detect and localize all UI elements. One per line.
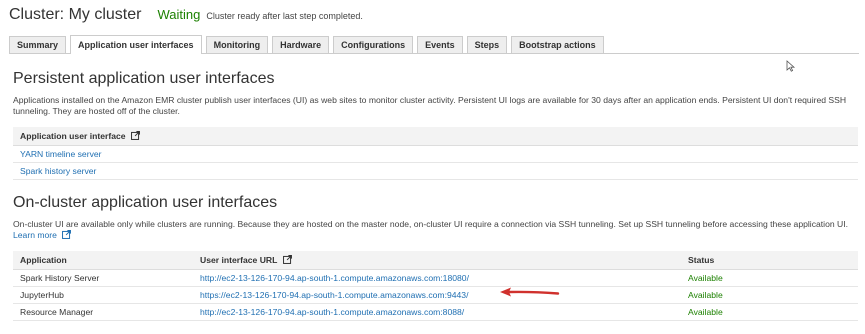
- application-name: Resource Manager: [13, 303, 193, 321]
- persistent-ui-heading: Persistent application user interfaces: [13, 70, 275, 87]
- on-cluster-ui-description: On-cluster UI are available only while c…: [13, 219, 858, 241]
- cluster-status-message: Cluster ready after last step completed.: [206, 11, 363, 21]
- on-cluster-description-text: On-cluster UI are available only while c…: [13, 219, 849, 229]
- table-row: JupyterHub https://ec2-13-126-170-94.ap-…: [13, 286, 858, 304]
- mouse-pointer-icon: [786, 60, 796, 72]
- application-column-header: Application: [13, 251, 193, 270]
- tab-events[interactable]: Events: [417, 36, 463, 53]
- table-header-row: Application user interface: [13, 127, 858, 146]
- tab-bootstrap-actions[interactable]: Bootstrap actions: [511, 36, 604, 53]
- persistent-ui-description: Applications installed on the Amazon EMR…: [13, 95, 847, 116]
- learn-more-link[interactable]: Learn more: [13, 230, 57, 240]
- jupyterhub-url-link[interactable]: https://ec2-13-126-170-94.ap-south-1.com…: [200, 290, 468, 300]
- url-column-header: User interface URL: [193, 251, 681, 270]
- status-column-header: Status: [681, 251, 858, 270]
- cluster-header: Cluster: My cluster Waiting Cluster read…: [9, 6, 363, 26]
- tab-configurations[interactable]: Configurations: [333, 36, 414, 53]
- yarn-timeline-server-link[interactable]: YARN timeline server: [20, 149, 102, 159]
- cluster-status: Waiting: [157, 7, 201, 22]
- on-cluster-ui-table: Application User interface URL Status Sp…: [13, 251, 858, 321]
- page-title: Cluster: My cluster: [9, 6, 142, 23]
- external-link-icon[interactable]: [62, 230, 72, 239]
- spark-history-server-link[interactable]: Spark history server: [20, 166, 96, 176]
- tab-summary[interactable]: Summary: [9, 36, 67, 53]
- tab-monitoring[interactable]: Monitoring: [205, 36, 269, 53]
- external-link-icon: [282, 254, 292, 264]
- tab-application-user-interfaces[interactable]: Application user interfaces: [70, 35, 202, 54]
- application-name: Spark History Server: [13, 269, 193, 287]
- status-badge: Available: [681, 303, 858, 321]
- table-row: Spark history server: [13, 162, 858, 180]
- column-header-label: Application user interface: [20, 130, 126, 141]
- table-row: Spark History Server http://ec2-13-126-1…: [13, 269, 858, 287]
- status-badge: Available: [681, 269, 858, 287]
- status-badge: Available: [681, 286, 858, 304]
- tab-bar: Summary Application user interfaces Moni…: [9, 35, 859, 54]
- tab-hardware[interactable]: Hardware: [272, 36, 330, 53]
- on-cluster-ui-heading: On-cluster application user interfaces: [13, 194, 278, 211]
- persistent-ui-table: Application user interface YARN timeline…: [13, 127, 858, 180]
- tab-steps[interactable]: Steps: [466, 36, 508, 53]
- table-row: YARN timeline server: [13, 145, 858, 163]
- red-arrow-annotation: [500, 287, 560, 297]
- url-column-header-label: User interface URL: [200, 254, 278, 265]
- table-header-row: Application User interface URL Status: [13, 251, 858, 270]
- external-link-icon: [130, 130, 140, 140]
- spark-history-server-url-link[interactable]: http://ec2-13-126-170-94.ap-south-1.comp…: [200, 273, 469, 283]
- application-name: JupyterHub: [13, 286, 193, 304]
- table-row: Resource Manager http://ec2-13-126-170-9…: [13, 303, 858, 321]
- column-header: Application user interface: [13, 127, 858, 146]
- resource-manager-url-link[interactable]: http://ec2-13-126-170-94.ap-south-1.comp…: [200, 307, 464, 317]
